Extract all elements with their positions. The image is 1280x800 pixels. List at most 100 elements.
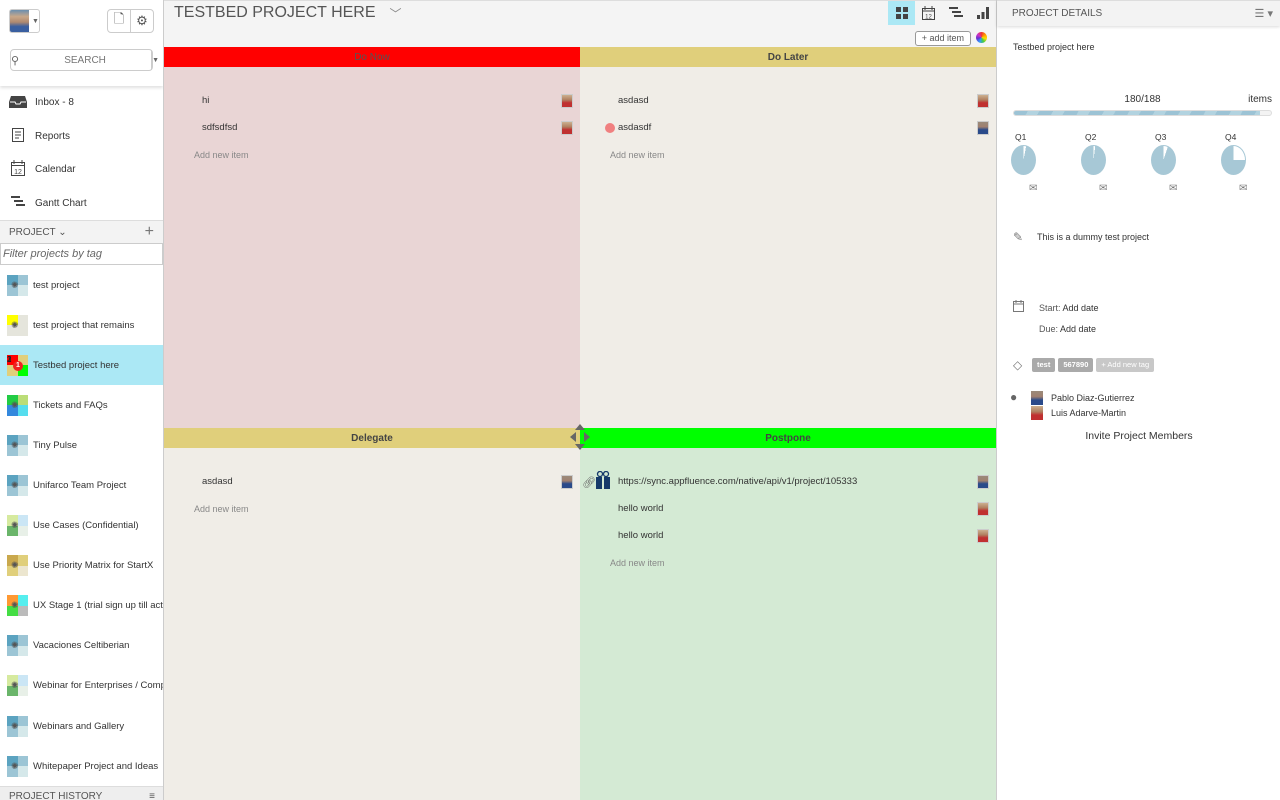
project-section-header: PROJECT ⌄ +	[0, 220, 163, 243]
assignee-avatar[interactable]	[561, 93, 573, 108]
sidebar-item-gantt[interactable]: Gantt Chart	[0, 187, 163, 221]
calendar-view-icon[interactable]: 12	[915, 1, 942, 25]
sidebar-item-reports[interactable]: Reports	[0, 120, 163, 154]
project-name: Tickets and FAQs	[33, 399, 108, 411]
progress-section: 180/188 items	[1013, 94, 1272, 116]
project-list-item[interactable]: ✺ test project	[0, 265, 163, 305]
project-thumbnail-icon: ✺	[7, 515, 28, 537]
invite-members-link[interactable]: Invite Project Members	[997, 430, 1280, 442]
add-tag-button[interactable]: + Add new tag	[1096, 358, 1155, 372]
project-list-item[interactable]: ✺ Whitepaper Project and Ideas	[0, 746, 163, 786]
task-item[interactable]: asdasd	[580, 87, 996, 114]
assignee-avatar[interactable]	[977, 501, 989, 516]
person-icon: ●	[1010, 390, 1018, 404]
quarter-pie	[1151, 145, 1176, 175]
sidebar-item-calendar[interactable]: 12 Calendar	[0, 153, 163, 187]
tag-icon: ◇	[1013, 358, 1023, 372]
project-list-item[interactable]: ✺ test project that remains	[0, 305, 163, 345]
add-new-item-button[interactable]: Add new item	[580, 549, 996, 576]
project-thumbnail-icon: ✺	[7, 555, 28, 577]
sidebar-item-inbox[interactable]: Inbox - 8	[0, 86, 163, 120]
project-section-toggle[interactable]: PROJECT ⌄	[9, 227, 67, 238]
gantt-view-icon[interactable]	[942, 1, 969, 25]
member-name: Luis Adarve-Martin	[1051, 407, 1127, 418]
project-title-dropdown[interactable]: TESTBED PROJECT HERE ﹀	[174, 4, 402, 22]
tag[interactable]: 567890	[1058, 358, 1094, 372]
add-new-item-button[interactable]: Add new item	[164, 495, 580, 522]
quadrant-header[interactable]: Delegate	[164, 428, 580, 448]
project-list: ✺ test project ✺ test project that remains 2…	[0, 265, 163, 786]
grid-view-icon[interactable]	[888, 1, 915, 25]
description-row[interactable]: ✎ This is a dummy test project	[1013, 230, 1149, 244]
details-menu-icon[interactable]: ☰ ▾	[1255, 7, 1273, 20]
quadrant-body: asdasd asdasdf Add new item	[580, 67, 996, 168]
email-icon[interactable]: ✉	[1169, 183, 1191, 194]
project-list-item[interactable]: ✺ UX Stage 1 (trial sign up till activat…	[0, 586, 163, 626]
project-list-item[interactable]: ✺ Use Cases (Confidential)	[0, 506, 163, 546]
quadrant-header[interactable]: Do Later	[580, 47, 996, 67]
add-new-item-button[interactable]: Add new item	[164, 141, 580, 168]
assignee-avatar[interactable]	[561, 120, 573, 135]
project-list-item[interactable]: ✺ Unifarco Team Project	[0, 465, 163, 505]
add-project-button[interactable]: +	[145, 223, 154, 241]
start-date-button[interactable]: Add date	[1063, 303, 1099, 313]
project-list-item[interactable]: ✺ Tiny Pulse	[0, 425, 163, 465]
reports-view-icon[interactable]	[969, 1, 996, 25]
quadrant-header[interactable]: Do Now	[164, 47, 580, 67]
project-list-item[interactable]: 2 2 1 3 1 Testbed project here	[0, 345, 163, 386]
project-list-item[interactable]: ✺ Webinar for Enterprises / Companies	[0, 666, 163, 706]
email-icon[interactable]: ✉	[1239, 183, 1261, 194]
project-history-label: PROJECT HISTORY	[9, 791, 103, 800]
project-name[interactable]: Testbed project here	[1013, 42, 1095, 52]
search-dropdown-button[interactable]: ▼	[151, 50, 159, 70]
project-name: Tiny Pulse	[33, 439, 77, 451]
task-item[interactable]: hello world	[580, 522, 996, 549]
assignee-avatar[interactable]	[977, 120, 989, 135]
project-thumbnail-icon: ✺	[7, 394, 28, 416]
project-history-bar[interactable]: PROJECT HISTORY ≡	[0, 786, 163, 800]
hot-item-icon[interactable]	[605, 123, 615, 133]
assignee-avatar[interactable]	[561, 474, 573, 489]
member-row[interactable]: Luis Adarve-Martin	[1031, 405, 1135, 420]
gear-icon[interactable]: ⚙	[130, 10, 153, 32]
new-document-icon[interactable]: 🗋	[108, 10, 130, 32]
svg-text:12: 12	[14, 169, 22, 176]
assignee-avatar[interactable]	[977, 528, 989, 543]
project-list-item[interactable]: ✺ Webinars and Gallery	[0, 706, 163, 746]
quadrant-header[interactable]: Postpone	[580, 428, 996, 448]
loading-spinner-icon: ✺	[11, 760, 19, 771]
project-thumbnail-icon: ✺	[7, 314, 28, 336]
task-item[interactable]: asdasd	[164, 468, 580, 495]
assignee-avatar[interactable]	[977, 474, 989, 489]
link-icon[interactable]: 🔗︎	[582, 476, 596, 489]
task-item[interactable]: hi	[164, 87, 580, 114]
resize-handle-icon[interactable]	[570, 424, 590, 450]
project-list-item[interactable]: ✺ Tickets and FAQs	[0, 385, 163, 425]
progress-bar	[1013, 110, 1272, 116]
caret-down-icon: ▼	[32, 17, 39, 25]
filter-projects-input[interactable]	[0, 243, 163, 265]
quarter-stat: Q2 ✉	[1081, 132, 1121, 194]
task-title: hello world	[618, 530, 664, 541]
member-row[interactable]: Pablo Diaz-Gutierrez	[1031, 390, 1135, 405]
color-wheel-icon[interactable]	[976, 32, 987, 43]
task-title: hi	[202, 95, 210, 106]
search-input[interactable]	[19, 54, 152, 66]
user-menu-button[interactable]: ▼	[9, 9, 40, 33]
app-window: ▼ 🗋 ⚙ ⚲ ▼ Inbox - 8	[0, 0, 1280, 800]
project-list-item[interactable]: ✺ Vacaciones Celtiberian	[0, 626, 163, 666]
email-icon[interactable]: ✉	[1029, 183, 1051, 194]
project-thumbnail-icon: ✺	[7, 595, 28, 617]
task-item[interactable]: asdasdf	[580, 114, 996, 141]
assignee-avatar[interactable]	[977, 93, 989, 108]
tag[interactable]: test	[1032, 358, 1056, 372]
add-item-button[interactable]: + add item	[914, 31, 971, 46]
add-new-item-button[interactable]: Add new item	[580, 141, 996, 168]
task-item[interactable]: sdfsdfsd	[164, 114, 580, 141]
menu-icon[interactable]: ≡	[149, 791, 155, 800]
email-icon[interactable]: ✉	[1099, 183, 1121, 194]
project-list-item[interactable]: ✺ Use Priority Matrix for StartX	[0, 546, 163, 586]
due-date-button[interactable]: Add date	[1060, 324, 1096, 334]
task-item[interactable]: hello world	[580, 495, 996, 522]
task-item[interactable]: 🔗︎ https://sync.appfluence.com/native/api…	[580, 468, 996, 495]
